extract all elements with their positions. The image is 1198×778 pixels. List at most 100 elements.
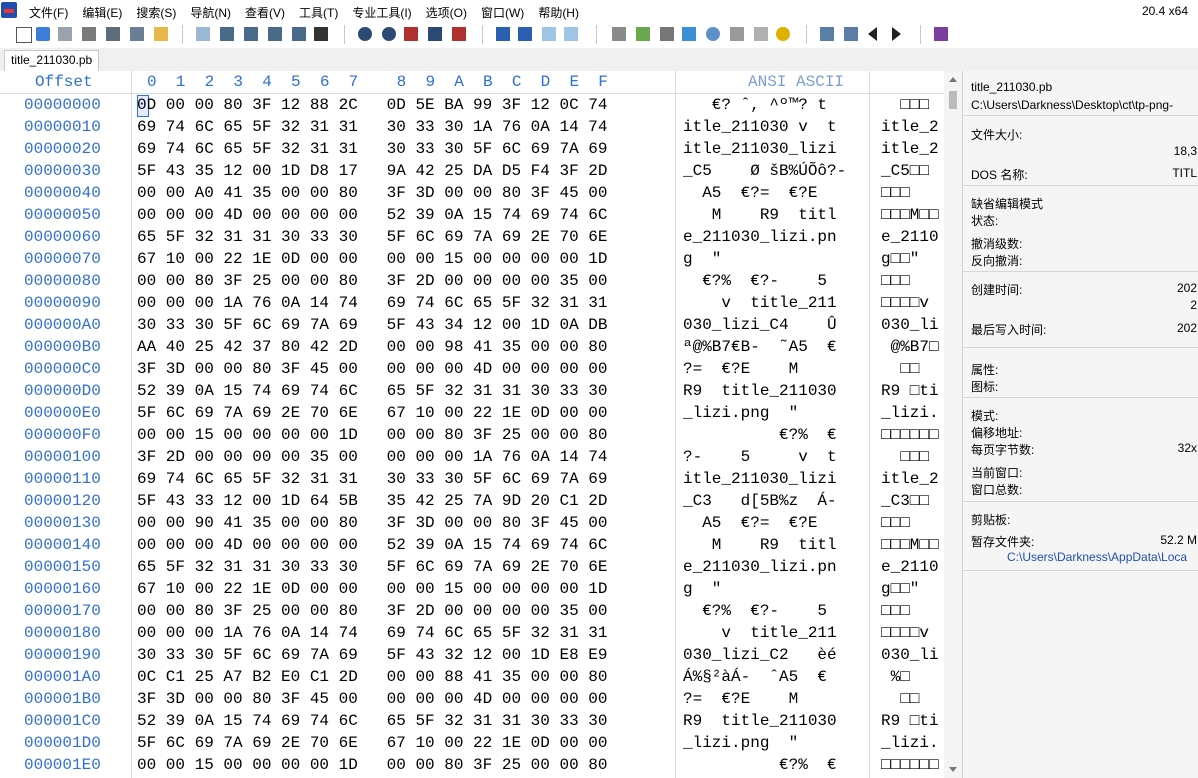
- unicode-text-cell[interactable]: e_2110: [881, 556, 945, 578]
- ascii-text-cell[interactable]: e_211030_lizi.pn: [683, 226, 871, 248]
- ascii-text-cell[interactable]: e_211030_lizi.pn: [683, 556, 871, 578]
- ascii-text-cell[interactable]: M R9 titl: [683, 204, 871, 226]
- hex-row[interactable]: 000001C0 52 39 0A 15 74 69 74 6C 65 5F 32…: [0, 710, 962, 732]
- hex-row[interactable]: 00000110 69 74 6C 65 5F 32 31 31 30 33 30…: [0, 468, 962, 490]
- paste-icon[interactable]: [154, 27, 168, 41]
- ascii-text-cell[interactable]: itle_211030_lizi: [683, 468, 871, 490]
- ascii-text-cell[interactable]: A5 €?= €?E: [683, 512, 871, 534]
- hex-row[interactable]: 00000130 00 00 90 41 35 00 00 80 3F 3D 00…: [0, 512, 962, 534]
- ascii-text-cell[interactable]: _lizi.png ": [683, 732, 871, 754]
- unicode-text-cell[interactable]: %□: [881, 666, 945, 688]
- menu-file[interactable]: 文件(F): [29, 4, 68, 21]
- menu-help[interactable]: 帮助(H): [538, 4, 579, 21]
- goto-offset-icon[interactable]: [496, 27, 510, 41]
- hex-row[interactable]: 00000140 00 00 00 4D 00 00 00 00 52 39 0A…: [0, 534, 962, 556]
- replace-hex-icon[interactable]: [452, 27, 466, 41]
- save-icon[interactable]: [58, 27, 72, 41]
- next-icon[interactable]: [892, 27, 901, 41]
- binary-icon[interactable]: [314, 27, 328, 41]
- ascii-text-cell[interactable]: M R9 titl: [683, 534, 871, 556]
- unicode-text-cell[interactable]: itle_2: [881, 468, 945, 490]
- hex-bytes-cell[interactable]: 3F 3D 00 00 80 3F 45 00 00 00 00 4D 00 0…: [137, 358, 607, 380]
- ascii-text-cell[interactable]: 030_lizi_C2 èé: [683, 644, 871, 666]
- ascii-text-cell[interactable]: _C3 d[5B%z Á-: [683, 490, 871, 512]
- ascii-text-cell[interactable]: 030_lizi_C4 Û: [683, 314, 871, 336]
- hex-bytes-cell[interactable]: 00 00 00 1A 76 0A 14 74 69 74 6C 65 5F 3…: [137, 622, 607, 644]
- unicode-text-cell[interactable]: 030_li: [881, 644, 945, 666]
- ascii-text-cell[interactable]: €?% €: [683, 754, 871, 776]
- menu-search[interactable]: 搜索(S): [136, 4, 176, 21]
- hex-bytes-cell[interactable]: AA 40 25 42 37 80 42 2D 00 00 98 41 35 0…: [137, 336, 607, 358]
- hex-bytes-cell[interactable]: 67 10 00 22 1E 0D 00 00 00 00 15 00 00 0…: [137, 248, 607, 270]
- hex-bytes-cell[interactable]: 30 33 30 5F 6C 69 7A 69 5F 43 32 12 00 1…: [137, 644, 607, 666]
- ascii-text-cell[interactable]: €?% €?- 5: [683, 600, 871, 622]
- hex-row[interactable]: 00000080 00 00 80 3F 25 00 00 80 3F 2D 00…: [0, 270, 962, 292]
- ascii-text-cell[interactable]: ?= €?E M: [683, 688, 871, 710]
- hex-row[interactable]: 000000C0 3F 3D 00 00 80 3F 45 00 00 00 00…: [0, 358, 962, 380]
- forward-icon[interactable]: [564, 27, 578, 41]
- find-text-icon[interactable]: [382, 27, 396, 41]
- image-icon[interactable]: [754, 27, 768, 41]
- menu-pro-tools[interactable]: 专业工具(I): [352, 4, 411, 21]
- hex-row[interactable]: 00000070 67 10 00 22 1E 0D 00 00 00 00 15…: [0, 248, 962, 270]
- menu-window[interactable]: 窗口(W): [481, 4, 524, 21]
- hex-row[interactable]: 00000020 69 74 6C 65 5F 32 31 31 30 33 30…: [0, 138, 962, 160]
- unicode-text-cell[interactable]: g□□": [881, 578, 945, 600]
- menu-navigate[interactable]: 导航(N): [190, 4, 231, 21]
- copy-icon[interactable]: [130, 27, 144, 41]
- grid-icon[interactable]: [844, 27, 858, 41]
- hex-bytes-cell[interactable]: 52 39 0A 15 74 69 74 6C 65 5F 32 31 31 3…: [137, 710, 607, 732]
- unicode-text-cell[interactable]: □□□M□□: [881, 204, 945, 226]
- unicode-text-cell[interactable]: R9 □ti: [881, 380, 945, 402]
- hex-row[interactable]: 00000180 00 00 00 1A 76 0A 14 74 69 74 6C…: [0, 622, 962, 644]
- previous-icon[interactable]: [868, 27, 877, 41]
- unicode-text-cell[interactable]: itle_2: [881, 116, 945, 138]
- scroll-down-icon[interactable]: [949, 767, 957, 772]
- hex-row[interactable]: 00000120 5F 43 33 12 00 1D 64 5B 35 42 25…: [0, 490, 962, 512]
- unicode-text-cell[interactable]: _C5□□: [881, 160, 945, 182]
- back-icon[interactable]: [542, 27, 556, 41]
- unicode-text-cell[interactable]: □□□: [881, 182, 945, 204]
- hex-bytes-cell[interactable]: 69 74 6C 65 5F 32 31 31 30 33 30 5F 6C 6…: [137, 138, 607, 160]
- unicode-text-cell[interactable]: □□□: [881, 270, 945, 292]
- clipboard-icon[interactable]: [292, 27, 306, 41]
- unicode-text-cell[interactable]: □□: [881, 688, 945, 710]
- hex-row[interactable]: 000001A0 0C C1 25 A7 B2 E0 C1 2D 00 00 88…: [0, 666, 962, 688]
- open-file-icon[interactable]: [36, 27, 50, 41]
- ascii-text-cell[interactable]: €?% €?- 5: [683, 270, 871, 292]
- ascii-text-cell[interactable]: g ": [683, 248, 871, 270]
- unicode-text-cell[interactable]: □□□□v: [881, 622, 945, 644]
- ascii-text-cell[interactable]: itle_211030 v t: [683, 116, 871, 138]
- search-icon[interactable]: [706, 27, 720, 41]
- ascii-text-cell[interactable]: ?- 5 v t: [683, 446, 871, 468]
- hex-row[interactable]: 00000040 00 00 A0 41 35 00 00 80 3F 3D 00…: [0, 182, 962, 204]
- find-icon[interactable]: [358, 27, 372, 41]
- hex-row[interactable]: 00000050 00 00 00 4D 00 00 00 00 52 39 0A…: [0, 204, 962, 226]
- file-tab[interactable]: title_211030.pb: [4, 50, 100, 71]
- unicode-text-cell[interactable]: itle_2: [881, 138, 945, 160]
- hex-row[interactable]: 000000B0 AA 40 25 42 37 80 42 2D 00 00 98…: [0, 336, 962, 358]
- hex-bytes-cell[interactable]: 00 00 90 41 35 00 00 80 3F 3D 00 00 80 3…: [137, 512, 607, 534]
- scroll-up-icon[interactable]: [949, 77, 957, 82]
- unicode-text-cell[interactable]: R9 □ti: [881, 710, 945, 732]
- ascii-text-cell[interactable]: _lizi.png ": [683, 402, 871, 424]
- hex-bytes-cell[interactable]: 67 10 00 22 1E 0D 00 00 00 00 15 00 00 0…: [137, 578, 607, 600]
- unicode-text-cell[interactable]: e_2110: [881, 226, 945, 248]
- hex-row[interactable]: 00000030 5F 43 35 12 00 1D D8 17 9A 42 25…: [0, 160, 962, 182]
- hex-row[interactable]: 00000170 00 00 80 3F 25 00 00 80 3F 2D 00…: [0, 600, 962, 622]
- hex-row[interactable]: 00000060 65 5F 32 31 31 30 33 30 5F 6C 69…: [0, 226, 962, 248]
- properties-icon[interactable]: [106, 27, 120, 41]
- unicode-text-cell[interactable]: □□□M□□: [881, 534, 945, 556]
- hex-bytes-cell[interactable]: 00 00 80 3F 25 00 00 80 3F 2D 00 00 00 0…: [137, 600, 607, 622]
- ascii-text-cell[interactable]: v title_211: [683, 292, 871, 314]
- unicode-text-cell[interactable]: 030_li: [881, 314, 945, 336]
- hex-bytes-cell[interactable]: 30 33 30 5F 6C 69 7A 69 5F 43 34 12 00 1…: [137, 314, 607, 336]
- hex-row[interactable]: 00000190 30 33 30 5F 6C 69 7A 69 5F 43 32…: [0, 644, 962, 666]
- ram-icon[interactable]: [636, 27, 650, 41]
- hex-row[interactable]: 00000000 0D 00 00 80 3F 12 88 2C 0D 5E BA…: [0, 94, 962, 116]
- hex-row[interactable]: 000001E0 00 00 15 00 00 00 00 1D 00 00 80…: [0, 754, 962, 776]
- ascii-text-cell[interactable]: ª@%B7€B- ˜A5 €: [683, 336, 871, 358]
- hex-bytes-cell[interactable]: 0C C1 25 A7 B2 E0 C1 2D 00 00 88 41 35 0…: [137, 666, 607, 688]
- hex-bytes-cell[interactable]: 00 00 15 00 00 00 00 1D 00 00 80 3F 25 0…: [137, 424, 607, 446]
- hex-bytes-cell[interactable]: 65 5F 32 31 31 30 33 30 5F 6C 69 7A 69 2…: [137, 226, 607, 248]
